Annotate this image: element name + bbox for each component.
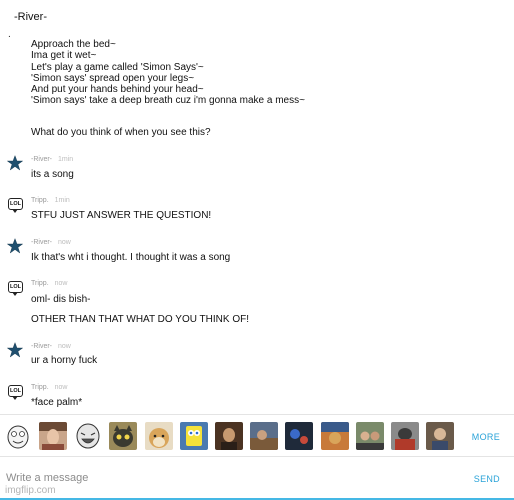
message-meta: Tripp. now	[31, 384, 67, 391]
message-meta: Tripp. now	[31, 280, 67, 287]
sponge-sticker[interactable]	[180, 422, 208, 450]
post-line: 'Simon says' take a deep breath cuz i'm …	[31, 95, 305, 107]
post-line: Ima get it wet~	[31, 50, 97, 62]
message-text: Ik that's wht i thought. I thought it wa…	[31, 252, 231, 263]
message-author[interactable]: -River-	[31, 156, 52, 163]
message-author[interactable]: Tripp.	[31, 197, 49, 204]
message-time: 1min	[54, 197, 70, 204]
message-text: oml- dis bish-	[31, 294, 91, 305]
photo-sticker-1[interactable]	[215, 422, 243, 450]
star-icon	[7, 342, 23, 358]
message-meta: -River-now	[31, 343, 71, 350]
send-button[interactable]: SEND	[474, 474, 500, 484]
photo-sticker-5[interactable]	[356, 422, 384, 450]
message-meta: -River- 1min	[31, 156, 73, 163]
sticker-bar: MORE	[0, 414, 514, 457]
photo-sticker-4[interactable]	[321, 422, 349, 450]
photo-sticker-2[interactable]	[250, 422, 278, 450]
message-time: now	[54, 280, 68, 287]
message-text: OTHER THAN THAT WHAT DO YOU THINK OF!	[31, 314, 249, 325]
message-author[interactable]: Tripp.	[31, 384, 49, 391]
star-icon	[7, 238, 23, 254]
message-input[interactable]	[6, 472, 446, 484]
woman-sticker[interactable]	[39, 422, 67, 450]
photo-sticker-6[interactable]	[391, 422, 419, 450]
lol-icon: LOL	[7, 384, 23, 400]
message-author[interactable]: -River-	[31, 343, 52, 350]
post-line: Approach the bed~	[31, 39, 116, 50]
post-author: -River-	[14, 11, 47, 23]
post-body: Approach the bed~ Ima get it wet~ Let's …	[31, 39, 305, 107]
lol-face-sticker[interactable]	[74, 422, 102, 450]
photo-sticker-7[interactable]	[426, 422, 454, 450]
watermark: imgflip.com	[5, 485, 56, 496]
cat-sticker[interactable]	[109, 422, 137, 450]
message-author[interactable]: Tripp.	[31, 280, 49, 287]
photo-sticker-3[interactable]	[285, 422, 313, 450]
post-line: And put your hands behind your head~	[31, 84, 204, 96]
message-time: now	[54, 384, 68, 391]
star-icon	[7, 155, 23, 171]
post-question: What do you think of when you see this?	[31, 127, 211, 138]
lol-icon: LOL	[7, 280, 23, 296]
message-text: *face palm*	[31, 397, 83, 408]
message-time: now	[58, 239, 71, 246]
message-meta: -River-now	[31, 239, 71, 246]
message-text: its a song	[31, 169, 74, 180]
post-line: 'Simon says' spread open your legs~	[31, 72, 195, 84]
message-meta: Tripp. 1min	[31, 197, 70, 204]
message-time: 1min	[58, 156, 74, 163]
doge-sticker[interactable]	[145, 422, 173, 450]
message-text: STFU JUST ANSWER THE QUESTION!	[31, 210, 212, 221]
composer: SEND	[0, 460, 514, 500]
rage-face-sticker[interactable]	[4, 422, 32, 450]
lol-icon: LOL	[7, 197, 23, 213]
message-time: now	[58, 343, 71, 350]
more-stickers-button[interactable]: MORE	[472, 432, 500, 442]
message-text: ur a horny fuck	[31, 355, 98, 366]
post-line: Let's play a game called 'Simon Says'~	[31, 61, 204, 73]
post-dot: .	[8, 29, 11, 40]
message-author[interactable]: -River-	[31, 239, 52, 246]
